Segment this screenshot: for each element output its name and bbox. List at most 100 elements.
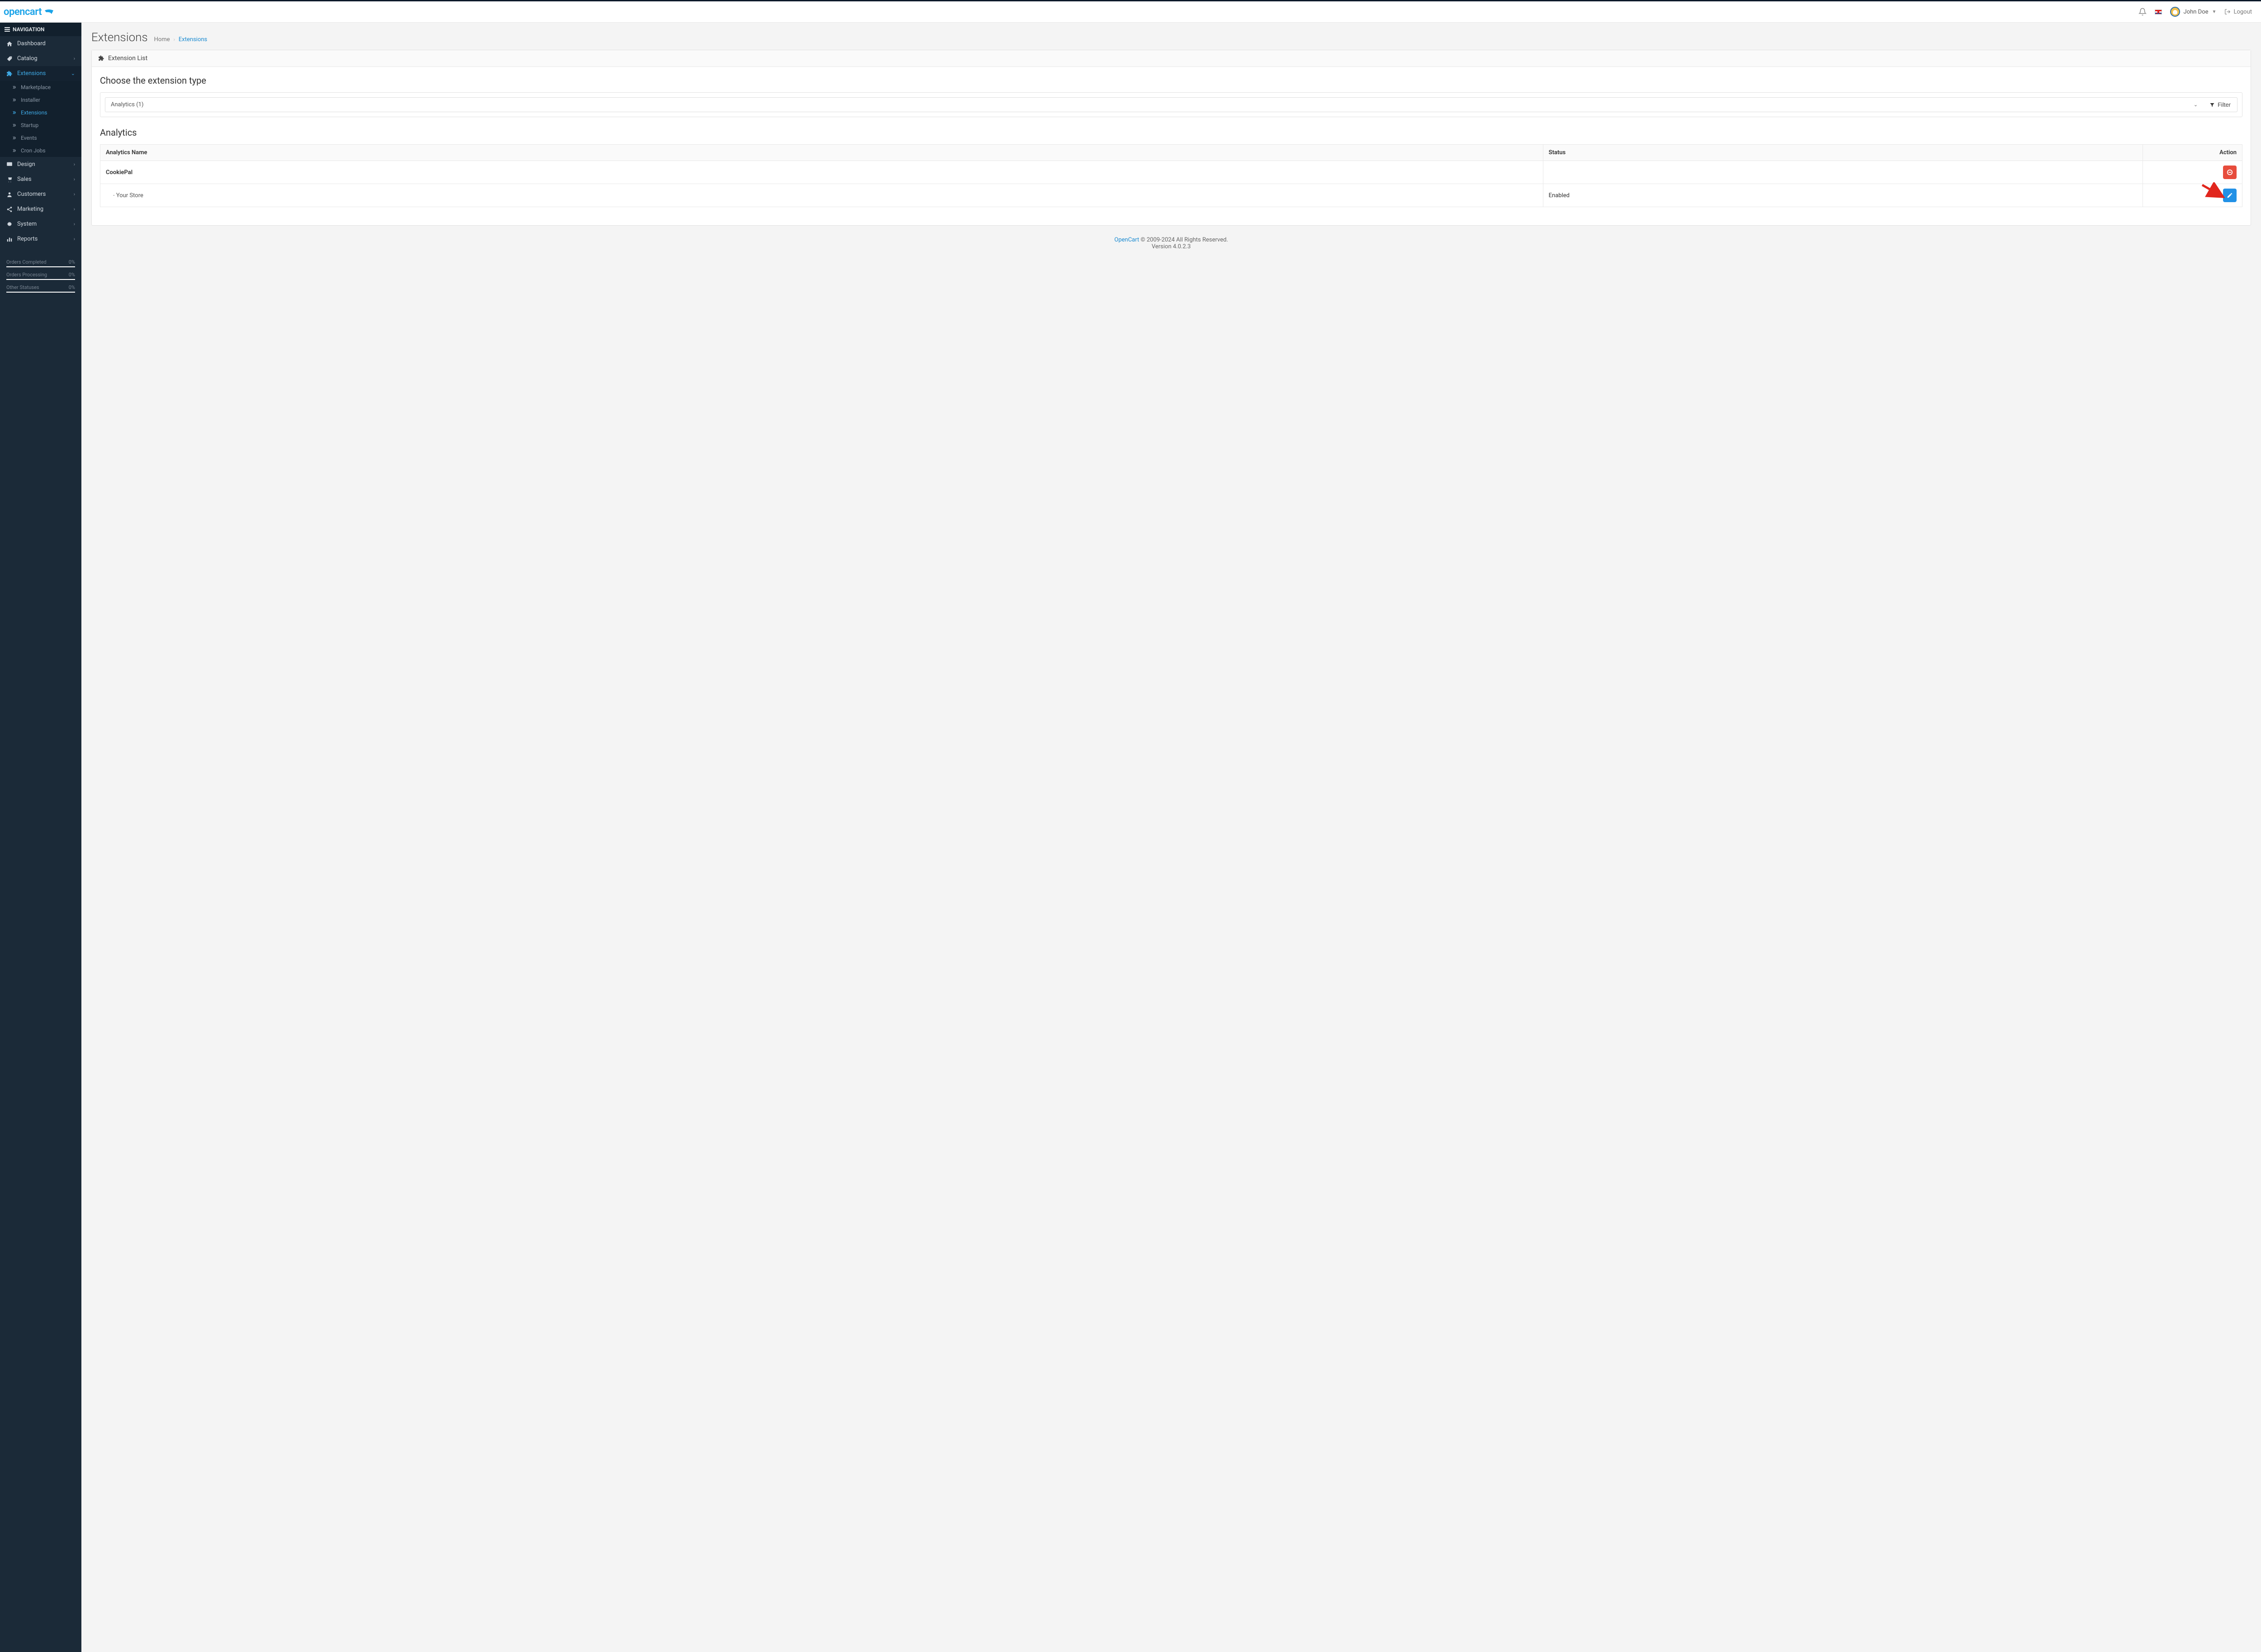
cell-status: Enabled — [1543, 184, 2143, 207]
sidebar-sub-startup[interactable]: Startup — [0, 119, 81, 132]
sidebar-item-design[interactable]: Design › — [0, 157, 81, 172]
puzzle-icon — [98, 55, 104, 62]
col-name: Analytics Name — [100, 145, 1543, 161]
type-selected-value: Analytics (1) — [111, 101, 143, 108]
page-head: Extensions Home › Extensions — [81, 23, 2261, 50]
sidebar-stats: Orders Completed 0% Orders Processing 0%… — [0, 255, 81, 293]
nav-label: NAVIGATION — [13, 26, 44, 33]
avatar-icon — [2170, 7, 2180, 17]
main: Extensions Home › Extensions Extension L… — [81, 23, 2261, 1652]
type-heading: Choose the extension type — [100, 75, 2242, 86]
stat-bar — [6, 279, 75, 280]
home-icon — [6, 41, 13, 47]
brand-text: opencart — [4, 6, 42, 18]
filter-button[interactable]: Filter — [2203, 97, 2237, 112]
table-row: Your Store Enabled — [100, 184, 2242, 207]
sidebar-sub-installer[interactable]: Installer — [0, 94, 81, 106]
logout-icon — [2224, 9, 2231, 15]
double-chevron-icon — [12, 110, 16, 115]
pencil-icon — [2227, 192, 2233, 199]
logout-link[interactable]: Logout — [2224, 9, 2252, 15]
double-chevron-icon — [12, 148, 16, 153]
panel-extension-list: Extension List Choose the extension type… — [91, 50, 2251, 226]
sidebar-item-customers[interactable]: Customers › — [0, 187, 81, 202]
double-chevron-icon — [12, 98, 16, 102]
logout-label: Logout — [2233, 9, 2252, 15]
chevron-down-icon: ⌄ — [2194, 102, 2198, 108]
chevron-right-icon: › — [74, 221, 75, 227]
tag-icon — [6, 56, 13, 62]
sidebar-item-dashboard[interactable]: Dashboard — [0, 36, 81, 51]
cell-name: Your Store — [100, 184, 1543, 207]
puzzle-icon — [6, 71, 13, 77]
cell-name: CookiePal — [100, 161, 1543, 184]
breadcrumb-sep-icon: › — [174, 37, 175, 43]
sidebar-item-sales[interactable]: Sales › — [0, 172, 81, 187]
brand-logo[interactable]: opencart — [4, 6, 56, 18]
sidebar-item-label: Customers — [17, 191, 46, 198]
sidebar-sub-cronjobs[interactable]: Cron Jobs — [0, 144, 81, 157]
chevron-right-icon: › — [74, 56, 75, 62]
section-heading: Analytics — [100, 127, 2242, 138]
footer-link[interactable]: OpenCart — [1114, 237, 1139, 243]
sidebar-item-reports[interactable]: Reports › — [0, 232, 81, 246]
breadcrumb: Home › Extensions — [154, 36, 208, 43]
sidebar-sub-marketplace[interactable]: Marketplace — [0, 81, 81, 94]
notifications-icon[interactable] — [2138, 8, 2147, 16]
header-right: John Doe ▼ Logout — [2138, 7, 2252, 17]
stat-bar — [6, 292, 75, 293]
col-action: Action — [2143, 145, 2242, 161]
stat-orders-completed: Orders Completed 0% — [6, 259, 75, 265]
cell-action — [2143, 184, 2242, 207]
breadcrumb-home[interactable]: Home — [154, 36, 170, 43]
sidebar-sub-events[interactable]: Events — [0, 132, 81, 144]
breadcrumb-current[interactable]: Extensions — [179, 36, 207, 43]
footer-rights: © 2009-2024 All Rights Reserved. — [1139, 237, 1228, 243]
sidebar-item-label: Extensions — [17, 70, 46, 77]
hamburger-icon — [5, 27, 10, 32]
extension-type-select[interactable]: Analytics (1) ⌄ — [105, 97, 2204, 112]
language-flag-icon[interactable] — [2155, 9, 2162, 14]
chevron-right-icon: › — [74, 191, 75, 197]
sidebar-sub-label: Marketplace — [21, 84, 51, 90]
user-icon — [6, 191, 13, 198]
stat-label: Other Statuses — [6, 284, 39, 290]
sidebar: NAVIGATION Dashboard Catalog › Extension… — [0, 23, 81, 1652]
stat-bar — [6, 266, 75, 267]
user-name: John Doe — [2184, 9, 2209, 15]
chevron-right-icon: › — [74, 176, 75, 182]
sidebar-sub-label: Events — [21, 135, 37, 141]
stat-value: 0% — [69, 284, 75, 290]
cell-action — [2143, 161, 2242, 184]
chart-icon — [6, 236, 13, 242]
sidebar-sub-extensions[interactable]: Extensions — [0, 106, 81, 119]
chevron-right-icon: › — [74, 206, 75, 212]
sidebar-item-extensions[interactable]: Extensions ⌄ — [0, 66, 81, 81]
sidebar-item-label: System — [17, 221, 37, 227]
cell-status — [1543, 161, 2143, 184]
stat-value: 0% — [69, 272, 75, 278]
sidebar-item-catalog[interactable]: Catalog › — [0, 51, 81, 66]
sidebar-item-marketing[interactable]: Marketing › — [0, 202, 81, 217]
monitor-icon — [6, 161, 13, 168]
double-chevron-icon — [12, 85, 16, 90]
minus-circle-icon — [2227, 169, 2233, 175]
cart-swoosh-icon — [44, 8, 56, 16]
double-chevron-icon — [12, 136, 16, 140]
edit-button[interactable] — [2223, 189, 2237, 202]
footer-version: Version 4.0.2.3 — [91, 243, 2251, 250]
col-status: Status — [1543, 145, 2143, 161]
sidebar-item-label: Catalog — [17, 55, 38, 62]
user-menu[interactable]: John Doe ▼ — [2170, 7, 2217, 17]
panel-title: Extension List — [108, 55, 147, 62]
sidebar-item-label: Design — [17, 161, 35, 168]
sidebar-item-label: Dashboard — [17, 40, 46, 47]
sidebar-sub-label: Startup — [21, 122, 38, 128]
type-selector-row: Analytics (1) ⌄ Filter — [100, 92, 2242, 117]
annotation-arrow-icon — [2200, 182, 2226, 200]
uninstall-button[interactable] — [2223, 166, 2237, 179]
sidebar-item-system[interactable]: System › — [0, 217, 81, 232]
stat-other-statuses: Other Statuses 0% — [6, 284, 75, 290]
double-chevron-icon — [12, 123, 16, 128]
caret-down-icon: ▼ — [2212, 9, 2217, 14]
